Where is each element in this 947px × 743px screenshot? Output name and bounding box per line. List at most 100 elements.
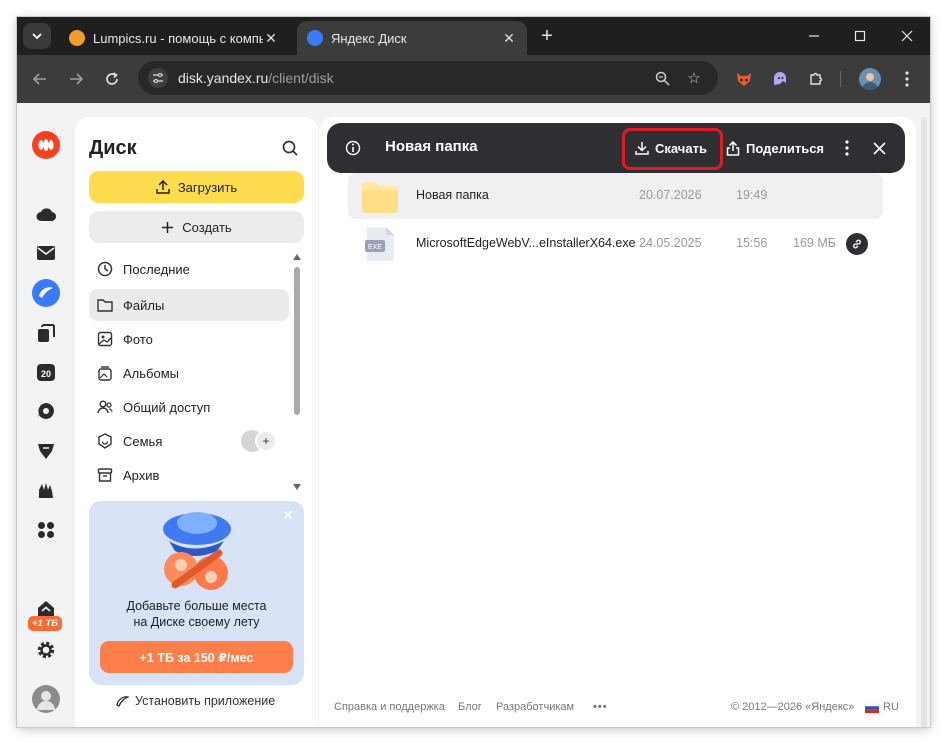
create-button[interactable]: Создать (89, 211, 304, 243)
create-label: Создать (182, 219, 232, 235)
file-date: 20.07.2026 (639, 188, 702, 202)
tab-lumpics[interactable]: Lumpics.ru - помощь с компью ✕ (59, 21, 289, 55)
site-settings-icon[interactable] (148, 68, 168, 88)
forward-arrow-icon (70, 73, 84, 85)
footer-help-link[interactable]: Справка и поддержка (334, 701, 445, 713)
minimize-button[interactable] (791, 17, 837, 55)
close-selection-icon[interactable] (869, 138, 889, 158)
cloud-icon[interactable] (35, 203, 57, 225)
tab-search-button[interactable] (23, 23, 51, 49)
url-path: /client/disk (268, 70, 334, 86)
new-tab-button[interactable]: + (536, 25, 558, 47)
user-avatar-icon[interactable] (32, 685, 60, 713)
scroll-up-icon[interactable] (293, 253, 301, 261)
promo-card: ✕ Добавьте больше места на Диске своему … (89, 501, 304, 685)
back-button[interactable] (26, 65, 54, 93)
nav-item-label: Фото (123, 331, 153, 347)
tab-yandex-disk[interactable]: Яндекс Диск ✕ (297, 21, 527, 55)
close-tab-icon[interactable]: ✕ (501, 30, 517, 47)
selection-action-bar: Новая папка Скачать Поделиться (327, 123, 905, 173)
file-row-exe[interactable]: EXE MicrosoftEdgeWebV...eInstallerX64.ex… (348, 221, 883, 267)
download-button[interactable]: Скачать (635, 136, 707, 160)
nav-item-label: Альбомы (123, 365, 179, 381)
footer-more-icon[interactable]: ••• (593, 701, 608, 713)
promo-line-1: Добавьте больше места (126, 599, 267, 613)
extensions-puzzle-icon[interactable] (805, 68, 827, 90)
page-scroll-track[interactable] (921, 117, 927, 727)
nav-item-label: Общий доступ (123, 399, 211, 415)
share-button[interactable]: Поделиться (726, 136, 824, 160)
album-icon (97, 365, 113, 381)
ghost-extension-icon[interactable] (769, 68, 791, 90)
public-link-icon[interactable] (846, 233, 868, 255)
browser-menu-icon[interactable] (896, 68, 918, 90)
fox-extension-icon[interactable] (733, 68, 755, 90)
info-icon[interactable] (343, 138, 363, 158)
settings-gear-icon[interactable] (35, 639, 57, 661)
disk-active-icon[interactable] (32, 279, 60, 307)
zoom-icon[interactable] (652, 68, 672, 88)
telemost-icon[interactable] (35, 400, 57, 422)
archive-icon (97, 467, 113, 483)
close-icon (901, 30, 913, 42)
nav-item-files[interactable]: Файлы (89, 289, 289, 321)
disk-app-icon (116, 696, 129, 707)
nav-item-archive[interactable]: Архив (89, 459, 289, 491)
page-scrollbar[interactable] (918, 117, 930, 727)
file-time: 19:49 (736, 188, 768, 202)
scroll-thumb[interactable] (294, 267, 300, 415)
tab-title: Lumpics.ru - помощь с компью (93, 30, 263, 46)
tab-strip: Lumpics.ru - помощь с компью ✕ Яндекс Ди… (17, 17, 930, 55)
language-switch[interactable]: RU (883, 701, 899, 713)
upload-label: Загрузить (177, 179, 238, 195)
photo-icon (97, 331, 113, 347)
forward-button[interactable] (62, 65, 90, 93)
add-family-member-icon[interactable]: + (255, 430, 277, 452)
url-domain: disk.yandex.ru (178, 70, 269, 86)
close-window-button[interactable] (884, 17, 930, 55)
nav-item-recent[interactable]: Последние (89, 253, 289, 285)
browser-window: Lumpics.ru - помощь с компью ✕ Яндекс Ди… (17, 17, 930, 727)
plus-tb-badge[interactable]: +1 ТБ (28, 616, 62, 631)
profile-avatar-icon[interactable] (859, 68, 881, 90)
services-rail: 20 +1 ТБ (17, 103, 74, 727)
install-app-link[interactable]: Установить приложение (115, 694, 275, 708)
all-services-icon[interactable] (35, 519, 57, 541)
scroll-down-icon[interactable] (293, 483, 301, 491)
promo-buy-button[interactable]: +1 ТБ за 150 ₽/мес (100, 641, 293, 673)
russian-flag-icon (864, 702, 880, 713)
close-tab-icon[interactable]: ✕ (263, 30, 279, 47)
clock-icon (97, 261, 113, 277)
file-row-folder[interactable]: Новая папка 20.07.2026 19:49 (348, 173, 883, 219)
maximize-button[interactable] (837, 17, 883, 55)
documents-icon[interactable] (35, 322, 57, 344)
footer-developers-link[interactable]: Разработчикам (496, 701, 574, 713)
mail-icon[interactable] (35, 242, 57, 264)
upload-button[interactable]: Загрузить (89, 171, 304, 203)
yandex-disk-favicon (307, 30, 323, 46)
chevron-down-icon (32, 33, 42, 40)
promo-close-icon[interactable]: ✕ (280, 507, 296, 523)
footer-blog-link[interactable]: Блог (458, 701, 482, 713)
notes-icon[interactable] (35, 440, 57, 462)
file-time: 15:56 (736, 236, 768, 250)
reload-icon (106, 72, 118, 85)
minimize-icon (809, 35, 819, 37)
nav-item-shared[interactable]: Общий доступ (89, 391, 289, 423)
folder-file-icon (362, 182, 398, 213)
bookmark-star-icon[interactable]: ☆ (684, 68, 704, 88)
yandex-logo-icon[interactable] (32, 131, 60, 159)
nav-item-photo[interactable]: Фото (89, 323, 289, 355)
nav-item-label: Файлы (123, 297, 165, 313)
more-actions-icon[interactable] (837, 138, 857, 158)
calendar-icon[interactable]: 20 (35, 361, 57, 383)
page-footer: Справка и поддержка Блог Разработчикам •… (334, 701, 904, 717)
nav-item-albums[interactable]: Альбомы (89, 357, 289, 389)
forms-icon[interactable] (35, 479, 57, 501)
nav-item-label: Последние (123, 261, 190, 277)
address-bar[interactable]: disk.yandex.ru/client/disk ☆ (138, 61, 718, 95)
side-panel-scrollbar[interactable] (293, 253, 301, 493)
download-icon (635, 142, 649, 155)
reload-button[interactable] (98, 65, 126, 93)
search-icon[interactable] (279, 137, 301, 159)
